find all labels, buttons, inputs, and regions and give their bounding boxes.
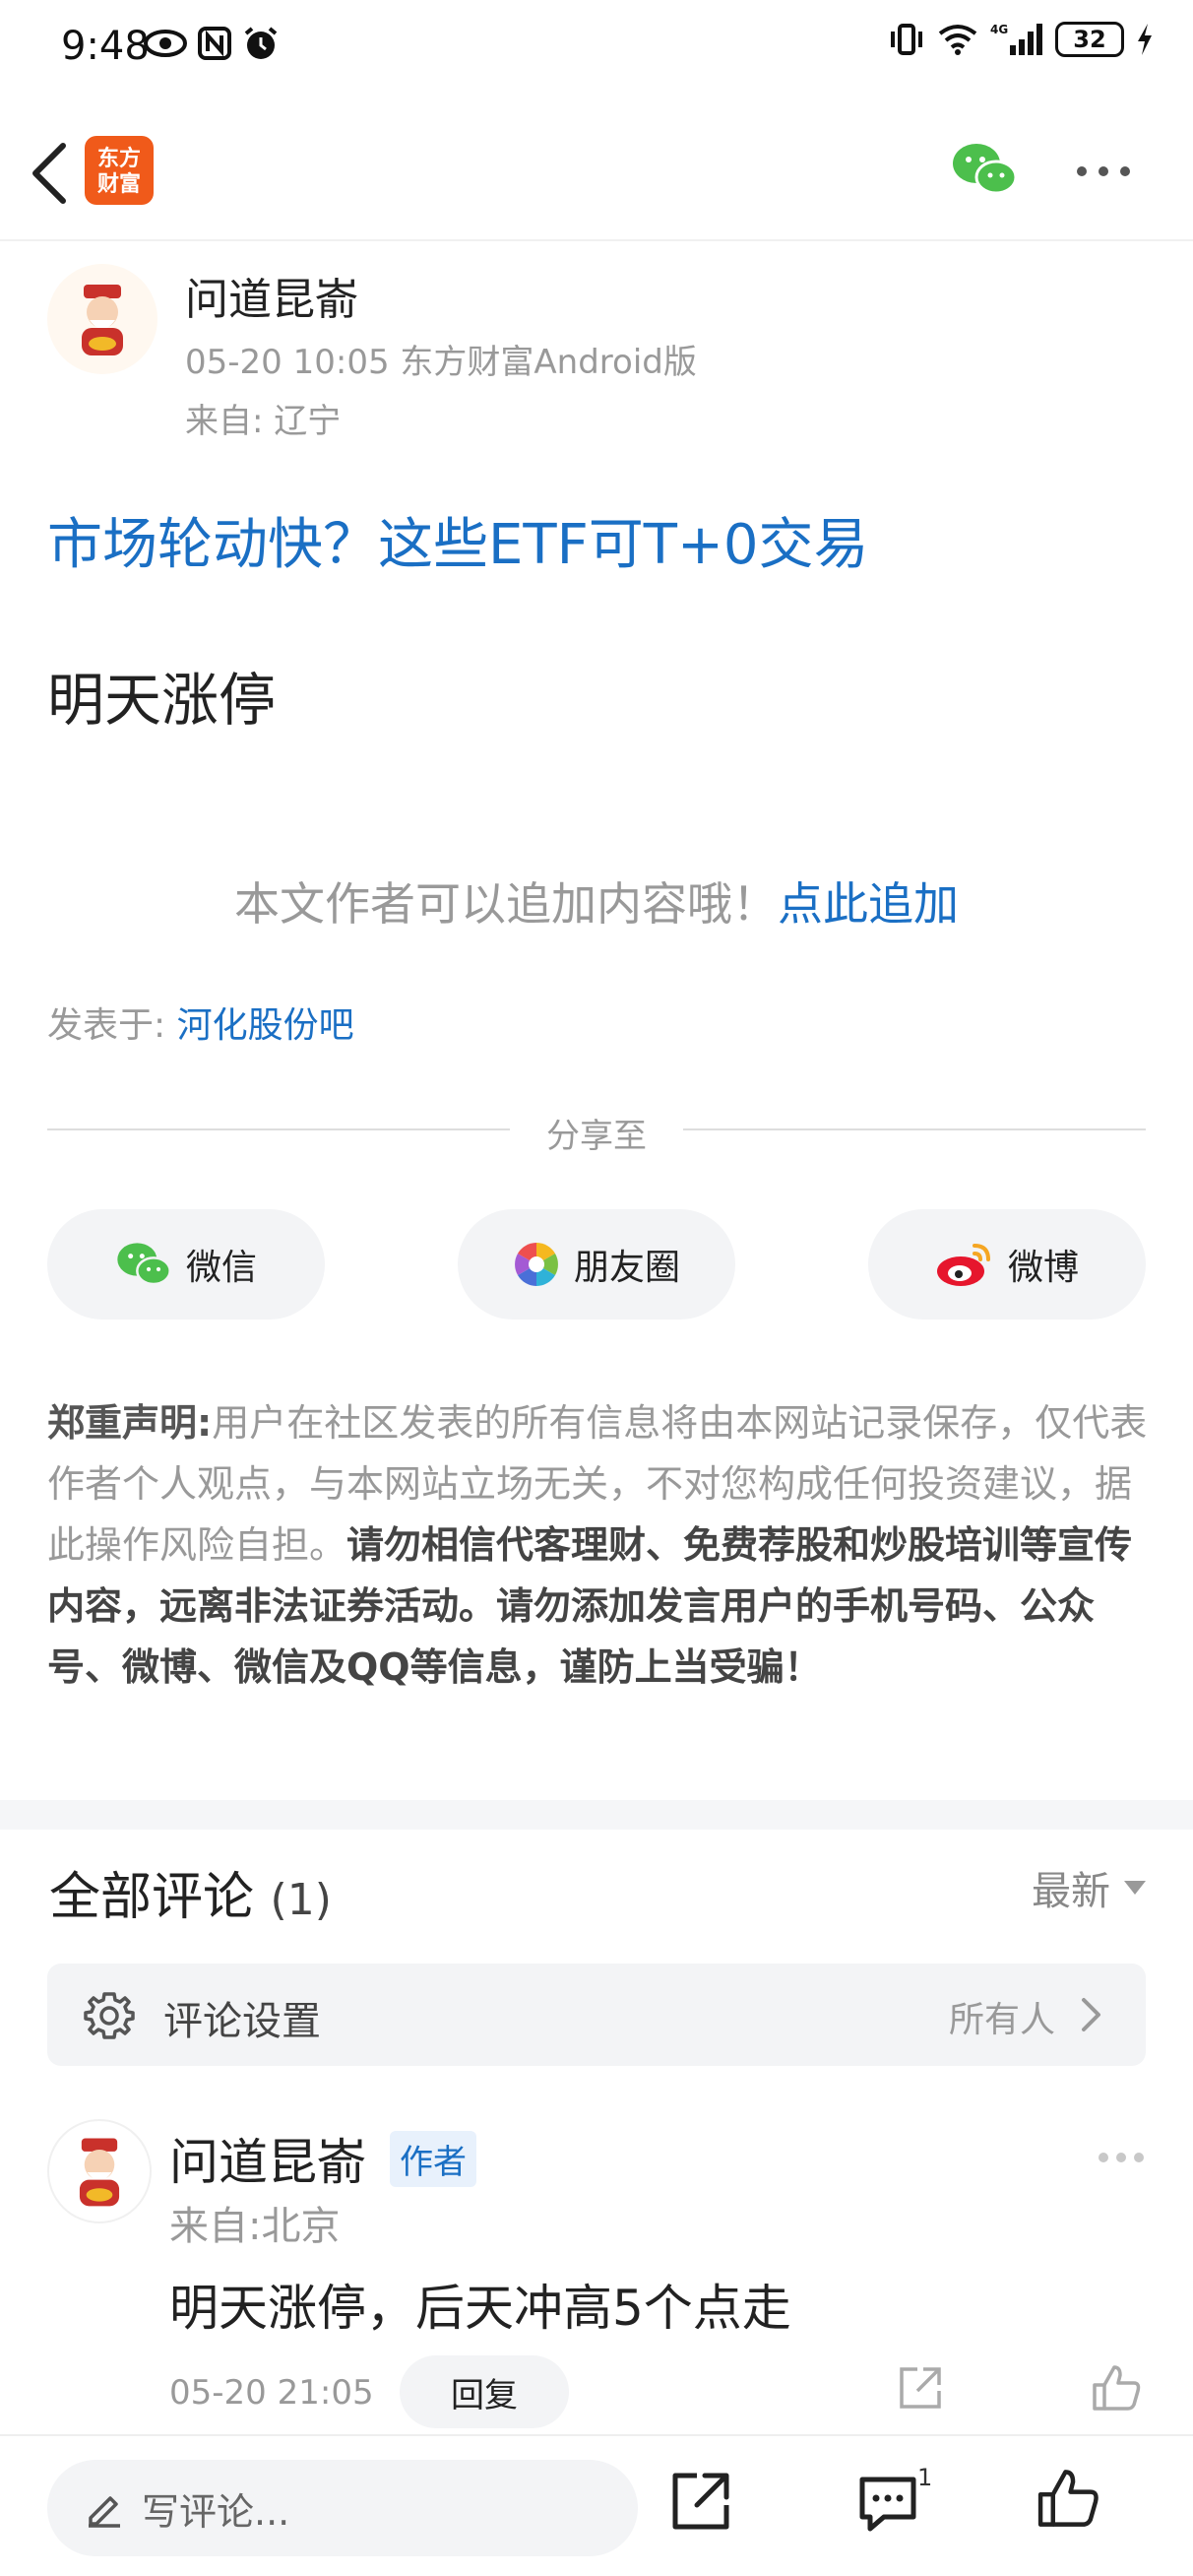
more-icon bbox=[1077, 166, 1087, 176]
more-button[interactable] bbox=[1077, 161, 1146, 181]
thumbs-up-icon bbox=[1037, 2470, 1099, 2527]
divider-line-right bbox=[683, 1128, 1146, 1130]
forum-link[interactable]: 河化股份吧 bbox=[177, 1005, 354, 1046]
comment-button[interactable] bbox=[856, 2472, 919, 2539]
caret-down-icon bbox=[1124, 1881, 1146, 1895]
disclaimer: 郑重声明:用户在社区发表的所有信息将由本网站记录保存，仅代表作者个人观点，与本网… bbox=[47, 1392, 1150, 1698]
share-icon bbox=[672, 2473, 729, 2530]
eye-icon bbox=[144, 30, 187, 57]
comment-avatar[interactable] bbox=[47, 2119, 152, 2223]
back-icon bbox=[32, 143, 66, 204]
share-icon bbox=[900, 2367, 941, 2409]
comment-count-badge: 1 bbox=[917, 2464, 933, 2491]
author-name[interactable]: 问道昆嵛 bbox=[185, 264, 358, 327]
charging-icon bbox=[1138, 24, 1152, 55]
share-weibo-button[interactable]: 微博 bbox=[868, 1209, 1146, 1320]
caishen-avatar-icon bbox=[82, 285, 123, 355]
wechat-icon bbox=[953, 144, 1018, 195]
status-time: 9:48 bbox=[61, 24, 150, 69]
battery-indicator: 32 bbox=[1055, 22, 1124, 57]
vibrate-icon bbox=[891, 24, 922, 55]
bottom-bar: 写评论... 1 bbox=[0, 2434, 1193, 2576]
append-link[interactable]: 点此追加 bbox=[778, 877, 959, 931]
comment-author-name[interactable]: 问道昆嵛 bbox=[169, 2123, 366, 2194]
reply-button[interactable]: 回复 bbox=[400, 2355, 569, 2428]
sort-button[interactable]: 最新 bbox=[1032, 1859, 1146, 1916]
share-wechat-label: 微信 bbox=[185, 1248, 257, 1288]
svg-text:4G: 4G bbox=[990, 23, 1008, 36]
comment-text: 明天涨停，后天冲高5个点走 bbox=[169, 2280, 791, 2337]
comment-share-button[interactable] bbox=[896, 2363, 945, 2416]
append-tip-text: 本文作者可以追加内容哦！ bbox=[234, 877, 778, 931]
wifi-icon bbox=[938, 25, 977, 55]
comments-count: (1) bbox=[270, 1875, 332, 1925]
back-button[interactable] bbox=[22, 138, 77, 209]
share-moments-button[interactable]: 朋友圈 bbox=[458, 1209, 735, 1320]
signal-icon: 4G bbox=[990, 23, 1042, 55]
share-weibo-label: 微博 bbox=[1007, 1248, 1079, 1288]
comment-settings[interactable]: 评论设置 所有人 bbox=[47, 1964, 1146, 2066]
comment-icon bbox=[859, 2477, 916, 2532]
comments-header: 全部评论 (1) bbox=[49, 1855, 332, 1929]
disclaimer-head: 郑重声明: bbox=[47, 1401, 213, 1445]
comment-more-button[interactable] bbox=[1099, 2153, 1144, 2162]
chevron-right-icon bbox=[1082, 1998, 1100, 2031]
comment-settings-value: 所有人 bbox=[948, 2000, 1055, 2040]
thumbs-up-icon bbox=[1093, 2365, 1141, 2411]
weibo-icon bbox=[936, 1244, 990, 1286]
share-button[interactable] bbox=[669, 2470, 732, 2537]
comment-time: 05-20 21:05 bbox=[169, 2373, 374, 2413]
eastmoney-logo: 东方 财富 bbox=[97, 146, 141, 197]
status-right: 4G 32 bbox=[888, 22, 1154, 57]
share-wechat-button[interactable]: 微信 bbox=[47, 1209, 325, 1320]
header-wechat-share[interactable] bbox=[951, 140, 1018, 199]
gear-icon bbox=[84, 1992, 135, 2039]
section-divider bbox=[0, 1800, 1193, 1830]
append-tip: 本文作者可以追加内容哦！点此追加 bbox=[0, 869, 1193, 934]
posted-in: 发表于: 河化股份吧 bbox=[47, 997, 354, 1048]
app-logo[interactable]: 东方 财富 bbox=[85, 136, 154, 205]
author-avatar[interactable] bbox=[47, 264, 157, 374]
moments-icon bbox=[515, 1243, 558, 1286]
write-comment-input[interactable]: 写评论... bbox=[47, 2460, 638, 2556]
top-nav: 东方 财富 bbox=[0, 118, 1193, 241]
share-moments-label: 朋友圈 bbox=[573, 1248, 680, 1288]
promo-link[interactable]: 市场轮动快？这些ETF可T+0交易 bbox=[47, 500, 869, 580]
alarm-icon bbox=[244, 27, 278, 59]
wechat-icon bbox=[117, 1243, 171, 1286]
status-bar: 9:48 4G 32 bbox=[0, 0, 1193, 98]
status-left-icons bbox=[144, 26, 280, 63]
like-button[interactable] bbox=[1036, 2466, 1100, 2535]
more-icon bbox=[1099, 2153, 1108, 2162]
comment-like-button[interactable] bbox=[1091, 2363, 1142, 2416]
pencil-icon bbox=[89, 2496, 120, 2528]
svg-text:财富: 财富 bbox=[97, 171, 141, 197]
post-meta: 05-20 10:05 东方财富Android版 bbox=[185, 343, 697, 382]
author-badge: 作者 bbox=[390, 2131, 476, 2187]
comment-location: 来自:北京 bbox=[169, 2204, 341, 2249]
nfc-icon bbox=[198, 27, 231, 60]
sort-label: 最新 bbox=[1032, 1869, 1110, 1914]
posted-in-label: 发表于: bbox=[47, 1005, 177, 1046]
post-body: 明天涨停 bbox=[47, 667, 277, 734]
svg-text:东方: 东方 bbox=[97, 146, 141, 171]
caishen-avatar-icon bbox=[79, 2138, 120, 2207]
share-label: 分享至 bbox=[546, 1117, 647, 1156]
write-comment-placeholder: 写评论... bbox=[142, 2489, 290, 2534]
comment-settings-label: 评论设置 bbox=[163, 1999, 321, 2044]
share-divider: 分享至 bbox=[47, 1109, 1146, 1156]
author-location: 来自: 辽宁 bbox=[185, 402, 342, 441]
comments-title: 全部评论 bbox=[49, 1868, 255, 1927]
